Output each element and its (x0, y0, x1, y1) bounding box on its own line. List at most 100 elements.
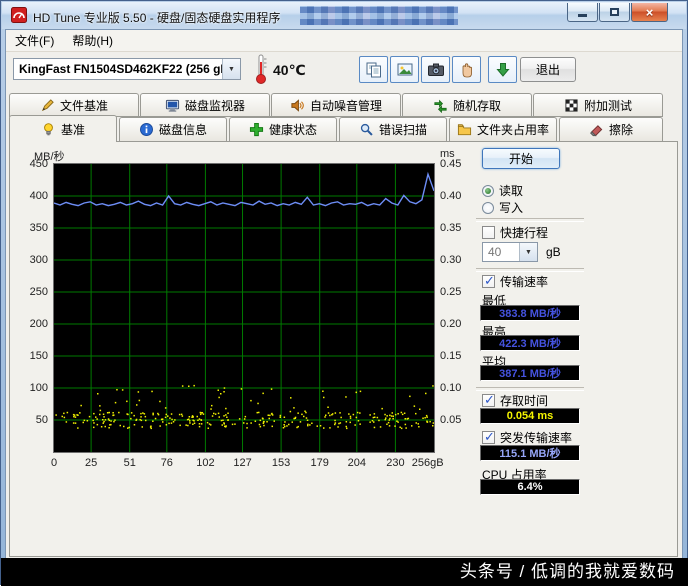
tab-label: 附加测试 (583, 99, 632, 113)
read-radio[interactable]: 读取 (482, 182, 523, 199)
pages-icon (366, 62, 381, 77)
short-stroke-size-select[interactable]: 40 ▼ (482, 242, 538, 262)
x-tick: 76 (160, 457, 173, 469)
copy-image-button[interactable] (390, 56, 419, 83)
window-title: HD Tune 专业版 5.50 - 硬盘/固态硬盘实用程序 (33, 11, 281, 25)
y-left-tick: 450 (29, 158, 48, 170)
tab-page: MB/秒 ms 开始 读取 写入 快捷行程 40 ▼ gB ✓ 传输速率 最低 … (9, 141, 678, 557)
censored-region (300, 6, 458, 25)
tab-error-scan[interactable]: 错误扫描 (339, 117, 447, 141)
speaker-icon (290, 98, 305, 113)
tab-random-access[interactable]: 随机存取 (402, 93, 532, 117)
y-right-tick: 0.35 (440, 222, 462, 234)
titlebar: HD Tune 专业版 5.50 - 硬盘/固态硬盘实用程序 × (2, 2, 686, 29)
write-radio[interactable]: 写入 (482, 199, 523, 216)
tab-erase[interactable]: 擦除 (559, 117, 663, 141)
x-tick: 204 (347, 457, 366, 469)
benchmark-controls: 开始 读取 写入 快捷行程 40 ▼ gB 传输速率 (472, 142, 592, 556)
health-cross-icon (249, 122, 264, 137)
access-time-label: 存取时间 (500, 394, 549, 408)
x-tick: 153 (271, 457, 291, 469)
tab-label: 磁盘监视器 (184, 99, 245, 113)
access-time-value-box: 0.054 ms (480, 408, 580, 424)
x-tick: 51 (123, 457, 136, 469)
cpu-usage-value-box: 6.4% (480, 479, 580, 495)
minimize-icon (578, 14, 587, 17)
start-button[interactable]: 开始 (482, 148, 560, 169)
write-label: 写入 (499, 201, 524, 215)
copy-text-button[interactable] (359, 56, 388, 83)
camera-icon (427, 63, 444, 76)
tab-label: 健康状态 (268, 123, 317, 137)
tab-label: 文件夹占用率 (476, 123, 549, 137)
y-right-tick: 0.10 (440, 382, 462, 394)
minimize-button[interactable] (567, 3, 598, 22)
pencil-icon (40, 98, 55, 113)
menu-help[interactable]: 帮助(H) (63, 29, 122, 52)
tab-folder-usage[interactable]: 文件夹占用率 (449, 117, 557, 141)
tab-health[interactable]: 健康状态 (229, 117, 337, 141)
radio-icon (482, 201, 494, 214)
radio-icon (482, 184, 494, 197)
maximize-button[interactable] (599, 3, 630, 22)
menubar: 文件(F) 帮助(H) (6, 30, 682, 52)
watermark-text: 头条号 / 低调的我就爱数码 (1, 558, 688, 586)
burst-rate-checkbox[interactable]: 突发传输速率 (482, 429, 572, 446)
tab-label: 擦除 (608, 123, 633, 137)
access-time-value: 0.054 ms (506, 410, 554, 422)
hdtune-window: HD Tune 专业版 5.50 - 硬盘/固态硬盘实用程序 × 文件(F) 帮… (0, 0, 688, 586)
chevron-down-icon: ▼ (222, 59, 240, 79)
access-time-checkbox[interactable]: 存取时间 (482, 392, 548, 409)
eraser-icon (589, 122, 604, 137)
tab-extra-tests[interactable]: 附加测试 (533, 93, 663, 117)
transfer-rate-label: 传输速率 (500, 275, 549, 289)
checkbox-icon (482, 273, 495, 289)
y-left-tick: 250 (29, 286, 48, 298)
magnifier-icon (359, 122, 374, 137)
drive-select[interactable]: KingFast FN1504SD462KF22 (256 gB) ▼ (13, 58, 241, 80)
tab-label: 磁盘信息 (158, 123, 207, 137)
y-left-tick: 300 (29, 254, 48, 266)
lightbulb-icon (41, 122, 56, 137)
y-left-tick: 150 (29, 350, 48, 362)
drive-select-value: KingFast FN1504SD462KF22 (256 gB) (19, 62, 222, 76)
random-access-icon (433, 98, 448, 113)
plot-frame (53, 163, 435, 453)
transfer-rate-checkbox[interactable]: 传输速率 (482, 273, 548, 290)
exit-button[interactable]: 退出 (520, 57, 576, 82)
tab-benchmark[interactable]: 基准 (9, 115, 117, 142)
x-tick: 256gB (411, 457, 444, 469)
x-tick: 25 (84, 457, 98, 469)
short-stroke-checkbox[interactable]: 快捷行程 (482, 224, 548, 241)
y-right-tick: 0.15 (440, 350, 462, 362)
download-arrow-icon (495, 62, 510, 77)
tab-aam[interactable]: 自动噪音管理 (271, 93, 401, 117)
y-right-tick: 0.20 (440, 318, 462, 330)
pointer-button[interactable] (452, 56, 481, 83)
toolbar: KingFast FN1504SD462KF22 (256 gB) ▼ (6, 51, 682, 91)
tab-label: 错误扫描 (378, 123, 427, 137)
menu-file[interactable]: 文件(F) (6, 29, 63, 52)
benchmark-plot (53, 164, 435, 452)
tab-label: 文件基准 (59, 99, 108, 113)
checkered-flag-icon (564, 98, 579, 113)
y-right-tick: 0.40 (440, 190, 462, 202)
hdtune-app-icon (11, 7, 27, 23)
x-tick: 179 (310, 457, 329, 469)
save-results-button[interactable] (488, 56, 517, 83)
avg-value: 387.1 MB/秒 (499, 368, 561, 380)
image-icon (397, 63, 412, 75)
max-value: 422.3 MB/秒 (499, 338, 561, 350)
checkbox-icon (482, 226, 495, 239)
tab-disk-info[interactable]: 磁盘信息 (119, 117, 227, 141)
thermometer-icon (253, 53, 269, 90)
close-button[interactable]: × (631, 3, 668, 22)
min-value: 383.8 MB/秒 (499, 308, 561, 320)
tab-disk-monitor[interactable]: 磁盘监视器 (140, 93, 270, 117)
y-right-tick: 0.45 (440, 158, 462, 170)
hand-icon (462, 62, 472, 77)
read-label: 读取 (499, 184, 524, 198)
screenshot-button[interactable] (421, 56, 450, 83)
y-left-tick: 400 (29, 190, 48, 202)
tab-file-benchmark[interactable]: 文件基准 (9, 93, 139, 117)
